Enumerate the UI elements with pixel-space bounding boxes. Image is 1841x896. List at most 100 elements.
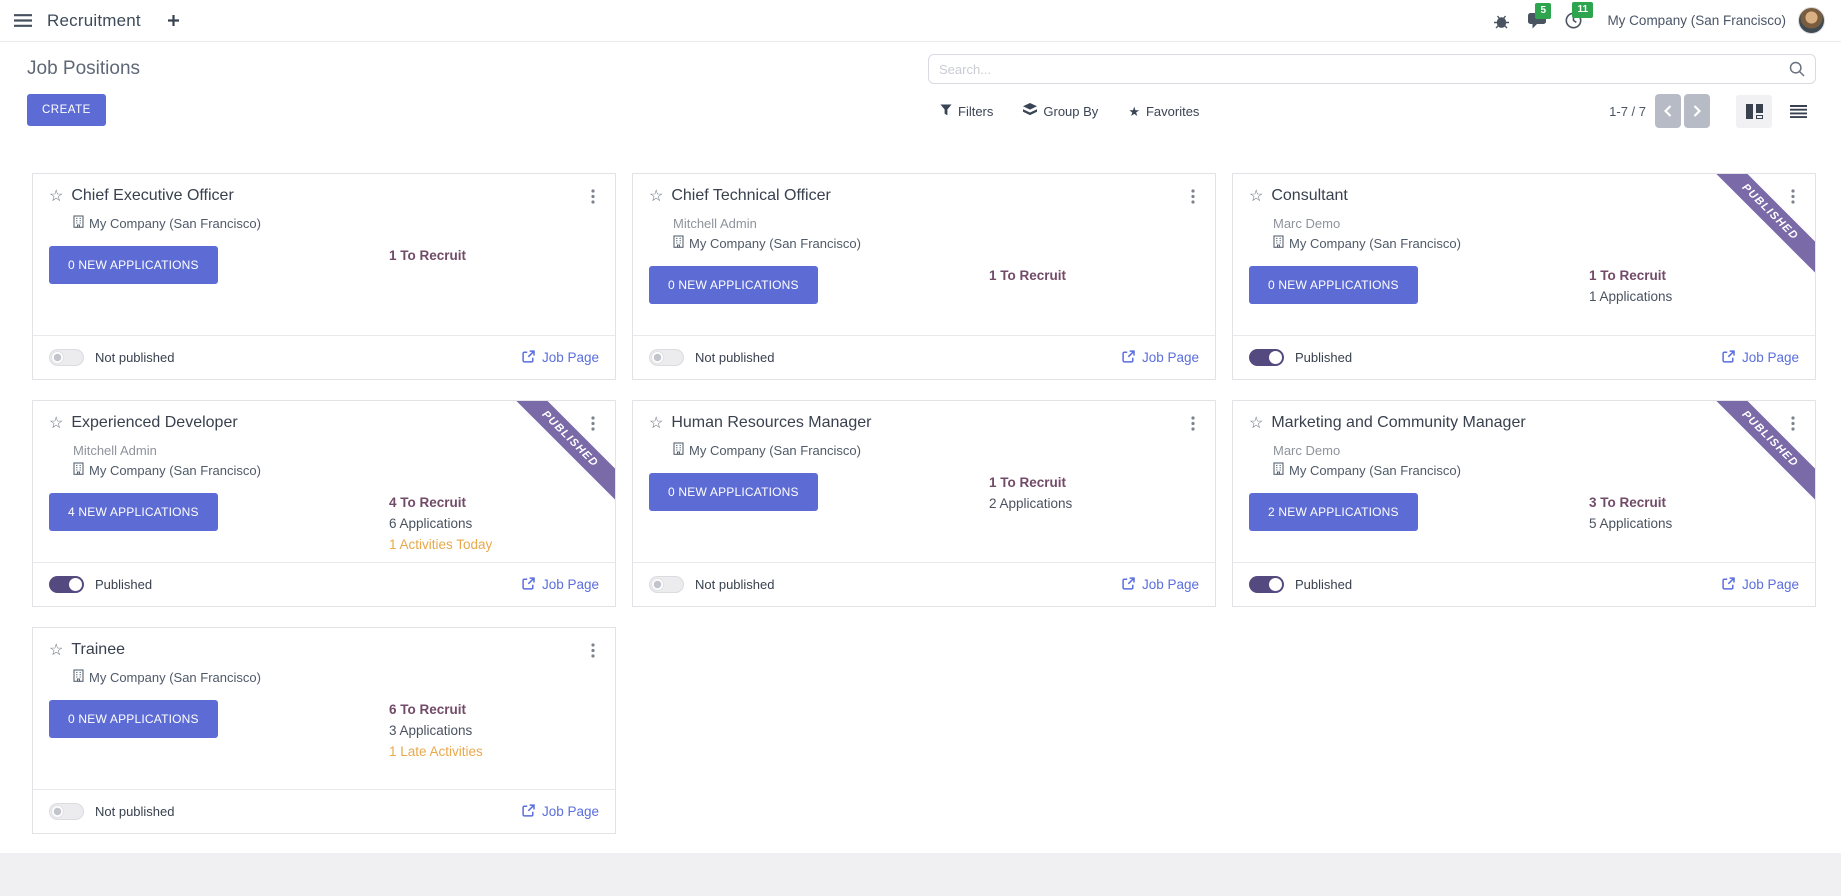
building-icon — [673, 442, 684, 458]
publish-status-label: Not published — [695, 577, 775, 592]
add-favorite-menu-icon[interactable] — [168, 15, 179, 26]
kebab-menu-icon[interactable] — [587, 187, 599, 211]
stat-recruit[interactable]: 1 To Recruit — [389, 247, 599, 265]
job-page-link[interactable]: Job Page — [1722, 577, 1799, 593]
kanban-board: ☆ Chief Executive Officer My Company (Sa… — [0, 128, 1841, 834]
company-switcher[interactable]: My Company (San Francisco) — [1607, 13, 1786, 28]
kebab-menu-icon[interactable] — [587, 641, 599, 665]
card-stats: 1 To Recruit — [389, 246, 599, 284]
page-title: Job Positions — [27, 58, 140, 80]
search-input[interactable] — [939, 62, 1789, 77]
card-body: ☆ Trainee My Company (San Francisco) 0 N… — [33, 628, 615, 789]
card-stats: 4 To Recruit6 Applications1 Activities T… — [389, 493, 599, 557]
new-applications-button[interactable]: 0 NEW APPLICATIONS — [49, 700, 218, 738]
pager-next-button[interactable] — [1684, 94, 1710, 128]
job-title[interactable]: Consultant — [1271, 187, 1348, 205]
stat-recruit[interactable]: 1 To Recruit — [989, 474, 1199, 492]
stat-recruit[interactable]: 4 To Recruit — [389, 494, 599, 512]
kanban-view-icon[interactable] — [1736, 95, 1772, 128]
job-title[interactable]: Trainee — [71, 641, 125, 659]
messages-badge: 5 — [1535, 3, 1551, 19]
job-position-card[interactable]: PUBLISHED ☆ Marketing and Community Mana… — [1232, 400, 1816, 607]
company-name: My Company (San Francisco) — [1289, 463, 1461, 478]
publish-toggle[interactable] — [1249, 349, 1284, 366]
stat-recruit[interactable]: 6 To Recruit — [389, 701, 599, 719]
publish-status-label: Published — [1295, 577, 1352, 592]
job-position-card[interactable]: ☆ Chief Technical Officer Mitchell Admin… — [632, 173, 1216, 380]
new-applications-button[interactable]: 0 NEW APPLICATIONS — [649, 266, 818, 304]
pager-previous-button[interactable] — [1655, 94, 1681, 128]
stat-recruit[interactable]: 1 To Recruit — [989, 267, 1199, 285]
publish-toggle[interactable] — [49, 349, 84, 366]
create-button[interactable]: CREATE — [27, 94, 106, 126]
list-view-icon[interactable] — [1780, 95, 1816, 128]
publish-toggle[interactable] — [649, 349, 684, 366]
kebab-menu-icon[interactable] — [1187, 414, 1199, 438]
view-switcher — [1736, 95, 1816, 128]
kebab-menu-icon[interactable] — [587, 414, 599, 438]
favorite-star-icon[interactable]: ☆ — [49, 414, 63, 433]
job-title[interactable]: Chief Executive Officer — [71, 187, 233, 205]
favorite-star-icon[interactable]: ☆ — [1249, 414, 1263, 433]
apps-menu-icon[interactable] — [14, 14, 32, 27]
card-footer: Published Job Page — [33, 562, 615, 606]
kebab-menu-icon[interactable] — [1787, 187, 1799, 211]
job-title[interactable]: Chief Technical Officer — [671, 187, 830, 205]
publish-toggle[interactable] — [49, 803, 84, 820]
job-position-card[interactable]: PUBLISHED ☆ Experienced Developer Mitche… — [32, 400, 616, 607]
messages-icon[interactable]: 5 — [1519, 8, 1556, 34]
stat-recruit[interactable]: 3 To Recruit — [1589, 494, 1799, 512]
building-icon — [73, 669, 84, 685]
job-page-link[interactable]: Job Page — [1722, 350, 1799, 366]
favorite-star-icon[interactable]: ☆ — [649, 187, 663, 206]
activities-clock-icon[interactable]: 11 — [1556, 7, 1591, 34]
publish-status-label: Not published — [95, 350, 175, 365]
control-panel: Job Positions CREATE Filte — [0, 42, 1841, 128]
publish-toggle[interactable] — [49, 576, 84, 593]
company-name: My Company (San Francisco) — [689, 236, 861, 251]
new-applications-button[interactable]: 0 NEW APPLICATIONS — [49, 246, 218, 284]
group-by-button[interactable]: Group By — [1023, 95, 1098, 127]
job-position-card[interactable]: ☆ Human Resources Manager My Company (Sa… — [632, 400, 1216, 607]
card-stats: 3 To Recruit5 Applications — [1589, 493, 1799, 536]
card-stats: 1 To Recruit1 Applications — [1589, 266, 1799, 309]
job-page-link[interactable]: Job Page — [522, 577, 599, 593]
user-avatar[interactable] — [1798, 7, 1825, 34]
card-footer: Published Job Page — [1233, 335, 1815, 379]
publish-toggle[interactable] — [1249, 576, 1284, 593]
card-stats: 1 To Recruit — [989, 266, 1199, 304]
job-title[interactable]: Human Resources Manager — [671, 414, 871, 432]
job-position-card[interactable]: ☆ Trainee My Company (San Francisco) 0 N… — [32, 627, 616, 834]
recruiter-name: Mitchell Admin — [73, 443, 599, 458]
card-body: ☆ Human Resources Manager My Company (Sa… — [633, 401, 1215, 562]
filter-funnel-icon — [940, 104, 952, 119]
favorite-star-icon[interactable]: ☆ — [649, 414, 663, 433]
favorite-star-icon[interactable]: ☆ — [49, 641, 63, 660]
external-link-icon — [1722, 350, 1735, 366]
filters-button[interactable]: Filters — [940, 95, 993, 127]
favorites-button[interactable]: ★ Favorites — [1128, 95, 1199, 127]
new-applications-button[interactable]: 4 NEW APPLICATIONS — [49, 493, 218, 531]
app-title[interactable]: Recruitment — [47, 11, 141, 31]
new-applications-button[interactable]: 2 NEW APPLICATIONS — [1249, 493, 1418, 531]
job-page-link[interactable]: Job Page — [1122, 350, 1199, 366]
kebab-menu-icon[interactable] — [1187, 187, 1199, 211]
publish-toggle[interactable] — [649, 576, 684, 593]
new-applications-button[interactable]: 0 NEW APPLICATIONS — [649, 473, 818, 511]
job-page-link[interactable]: Job Page — [522, 350, 599, 366]
job-page-link[interactable]: Job Page — [1122, 577, 1199, 593]
debug-bug-icon[interactable] — [1484, 8, 1519, 34]
favorite-star-icon[interactable]: ☆ — [49, 187, 63, 206]
job-title[interactable]: Experienced Developer — [71, 414, 237, 432]
search-box — [928, 54, 1816, 84]
stat-recruit[interactable]: 1 To Recruit — [1589, 267, 1799, 285]
job-position-card[interactable]: PUBLISHED ☆ Consultant Marc Demo My Comp… — [1232, 173, 1816, 380]
favorite-star-icon[interactable]: ☆ — [1249, 187, 1263, 206]
search-icon[interactable] — [1789, 61, 1805, 77]
job-title[interactable]: Marketing and Community Manager — [1271, 414, 1525, 432]
job-position-card[interactable]: ☆ Chief Executive Officer My Company (Sa… — [32, 173, 616, 380]
kebab-menu-icon[interactable] — [1787, 414, 1799, 438]
job-page-link[interactable]: Job Page — [522, 804, 599, 820]
new-applications-button[interactable]: 0 NEW APPLICATIONS — [1249, 266, 1418, 304]
external-link-icon — [522, 350, 535, 366]
